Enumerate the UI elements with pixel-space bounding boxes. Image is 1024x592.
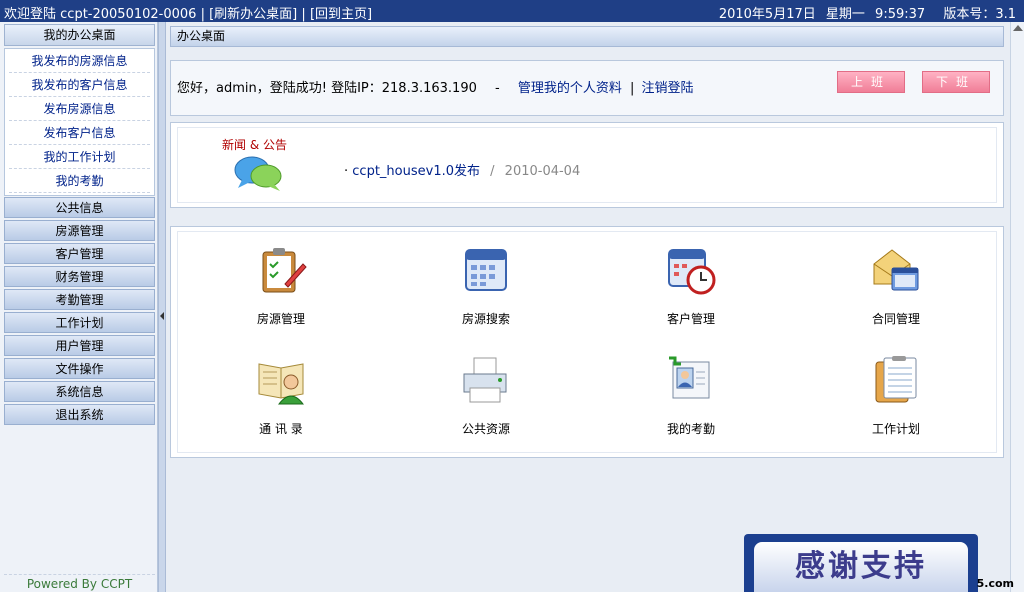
date-text: 2010年5月17日 — [718, 7, 816, 22]
top-bar-left: 欢迎登陆 ccpt-20050102-0006 | [刷新办公桌面] | [回到… — [4, 3, 372, 22]
thanks-banner[interactable]: 感谢支持 — [744, 534, 978, 592]
shortcut-contracts[interactable]: 合同管理 — [841, 244, 951, 327]
welcome-label: 欢迎登陆 — [4, 7, 57, 22]
manage-profile-link[interactable]: 管理我的个人资料 — [518, 81, 622, 96]
news-inner: 新闻 & 公告 · ccpt_housev1.0发布 / 2010-04-04 — [177, 127, 997, 203]
sidebar-sub-item[interactable]: 我的工作计划 — [9, 145, 150, 169]
calendar-icon — [465, 249, 507, 291]
clock-text: 9:59:37 — [875, 7, 926, 22]
separator: | — [200, 7, 205, 22]
news-item-link[interactable]: ccpt_housev1.0发布 — [352, 164, 480, 179]
sidebar-item-users[interactable]: 用户管理 — [4, 335, 155, 356]
news-panel: 新闻 & 公告 · ccpt_housev1.0发布 / 2010-04-04 — [170, 122, 1004, 208]
banner-text: 感谢支持 — [795, 549, 927, 584]
sidebar-sub-item[interactable]: 发布客户信息 — [9, 121, 150, 145]
top-bar-right: 2010年5月17日 星期一 9:59:37 版本号：3.1 — [705, 3, 1016, 22]
sidebar-item-system-info[interactable]: 系统信息 — [4, 381, 155, 402]
shortcut-housing[interactable]: 房源管理 — [226, 244, 336, 327]
sidebar-item-housing[interactable]: 房源管理 — [4, 220, 155, 241]
sidebar-item-public-info[interactable]: 公共信息 — [4, 197, 155, 218]
welcome-panel: 您好，admin，登陆成功! 登陆IP：218.3.163.190 - 管理我的… — [170, 60, 1004, 116]
sidebar: 我的办公桌面 我发布的房源信息 我发布的客户信息 发布房源信息 发布客户信息 我… — [0, 22, 158, 592]
corner-watermark: 5.com — [976, 577, 1014, 590]
sidebar-item-customers[interactable]: 客户管理 — [4, 243, 155, 264]
sidebar-sub-item[interactable]: 我发布的房源信息 — [9, 49, 150, 73]
sidebar-sub-item[interactable]: 我发布的客户信息 — [9, 73, 150, 97]
welcome-message: 您好，admin，登陆成功! 登陆IP：218.3.163.190 — [177, 81, 477, 96]
clipboard-checklist-icon — [262, 248, 307, 293]
id-card-icon — [669, 356, 710, 399]
news-item: · ccpt_housev1.0发布 / 2010-04-04 — [344, 160, 580, 179]
sidebar-item-finance[interactable]: 财务管理 — [4, 266, 155, 287]
news-sep: / — [490, 164, 495, 179]
sidebar-submenu: 我发布的房源信息 我发布的客户信息 发布房源信息 发布客户信息 我的工作计划 我… — [4, 48, 155, 196]
shortcut-label: 房源管理 — [256, 312, 305, 326]
printer-icon — [463, 357, 507, 403]
main-area: 办公桌面 您好，admin，登陆成功! 登陆IP：218.3.163.190 -… — [166, 22, 1010, 592]
sidebar-toggle-splitter[interactable] — [158, 22, 166, 592]
sidebar-sub-item[interactable]: 发布房源信息 — [9, 97, 150, 121]
sidebar-menu: 公共信息 房源管理 客户管理 财务管理 考勤管理 工作计划 用户管理 文件操作 … — [4, 197, 155, 427]
welcome-line: 您好，admin，登陆成功! 登陆IP：218.3.163.190 - 管理我的… — [177, 77, 694, 96]
shortcut-grid: 房源管理 房源搜索 客户管理 合同管理 通 讯 录 公共资源 我的考勤 工作计划 — [177, 231, 997, 453]
calendar-clock-icon — [668, 249, 716, 295]
weekday-text: 星期一 — [825, 7, 865, 22]
shortcut-my-attendance[interactable]: 我的考勤 — [636, 354, 746, 437]
shortcut-label: 工作计划 — [871, 422, 920, 436]
powered-by: Powered By CCPT — [4, 574, 155, 592]
clock-out-button[interactable]: 下班 — [922, 71, 990, 93]
address-book-person-icon — [258, 363, 305, 405]
vertical-scrollbar[interactable] — [1010, 22, 1024, 592]
company-code: ccpt-20050102-0006 — [60, 7, 197, 22]
sidebar-item-work-plan[interactable]: 工作计划 — [4, 312, 155, 333]
refresh-desktop-link[interactable]: [刷新办公桌面] — [209, 7, 297, 22]
shortcut-label: 我的考勤 — [666, 422, 715, 436]
scroll-up-icon[interactable] — [1013, 25, 1023, 31]
version-text: 版本号：3.1 — [943, 7, 1016, 22]
sidebar-item-files[interactable]: 文件操作 — [4, 358, 155, 379]
shortcut-label: 合同管理 — [871, 312, 920, 326]
banner-inner: 感谢支持 — [754, 542, 968, 592]
envelope-window-icon — [873, 249, 919, 291]
shortcut-label: 公共资源 — [461, 422, 510, 436]
logout-link[interactable]: 注销登陆 — [642, 81, 694, 96]
page-title: 办公桌面 — [170, 26, 1004, 47]
shortcut-housing-search[interactable]: 房源搜索 — [431, 244, 541, 327]
pipe: | — [630, 81, 635, 96]
shortcut-public-resources[interactable]: 公共资源 — [431, 354, 541, 437]
notepad-clipboard-icon — [875, 356, 917, 403]
top-bar: 欢迎登陆 ccpt-20050102-0006 | [刷新办公桌面] | [回到… — [0, 0, 1024, 22]
shortcut-panel: 房源管理 房源搜索 客户管理 合同管理 通 讯 录 公共资源 我的考勤 工作计划 — [170, 226, 1004, 458]
separator: | — [301, 7, 306, 22]
news-bullet: · — [344, 164, 349, 179]
sidebar-header[interactable]: 我的办公桌面 — [4, 24, 155, 46]
back-home-link[interactable]: [回到主页] — [310, 7, 372, 22]
sidebar-sub-item[interactable]: 我的考勤 — [9, 169, 150, 193]
dash: - — [495, 81, 500, 96]
news-date: 2010-04-04 — [504, 164, 581, 179]
collapse-arrow-icon[interactable] — [160, 312, 164, 320]
shortcut-customers[interactable]: 客户管理 — [636, 244, 746, 327]
news-title: 新闻 & 公告 — [222, 138, 287, 152]
clock-in-button[interactable]: 上班 — [837, 71, 905, 93]
shortcut-label: 通 讯 录 — [259, 422, 303, 436]
shortcut-label: 客户管理 — [666, 312, 715, 326]
sidebar-item-logout[interactable]: 退出系统 — [4, 404, 155, 425]
chat-bubbles-icon — [234, 156, 282, 191]
shortcut-label: 房源搜索 — [461, 312, 510, 326]
shortcut-address-book[interactable]: 通 讯 录 — [226, 354, 336, 437]
shortcut-work-plan[interactable]: 工作计划 — [841, 354, 951, 437]
sidebar-item-attendance[interactable]: 考勤管理 — [4, 289, 155, 310]
